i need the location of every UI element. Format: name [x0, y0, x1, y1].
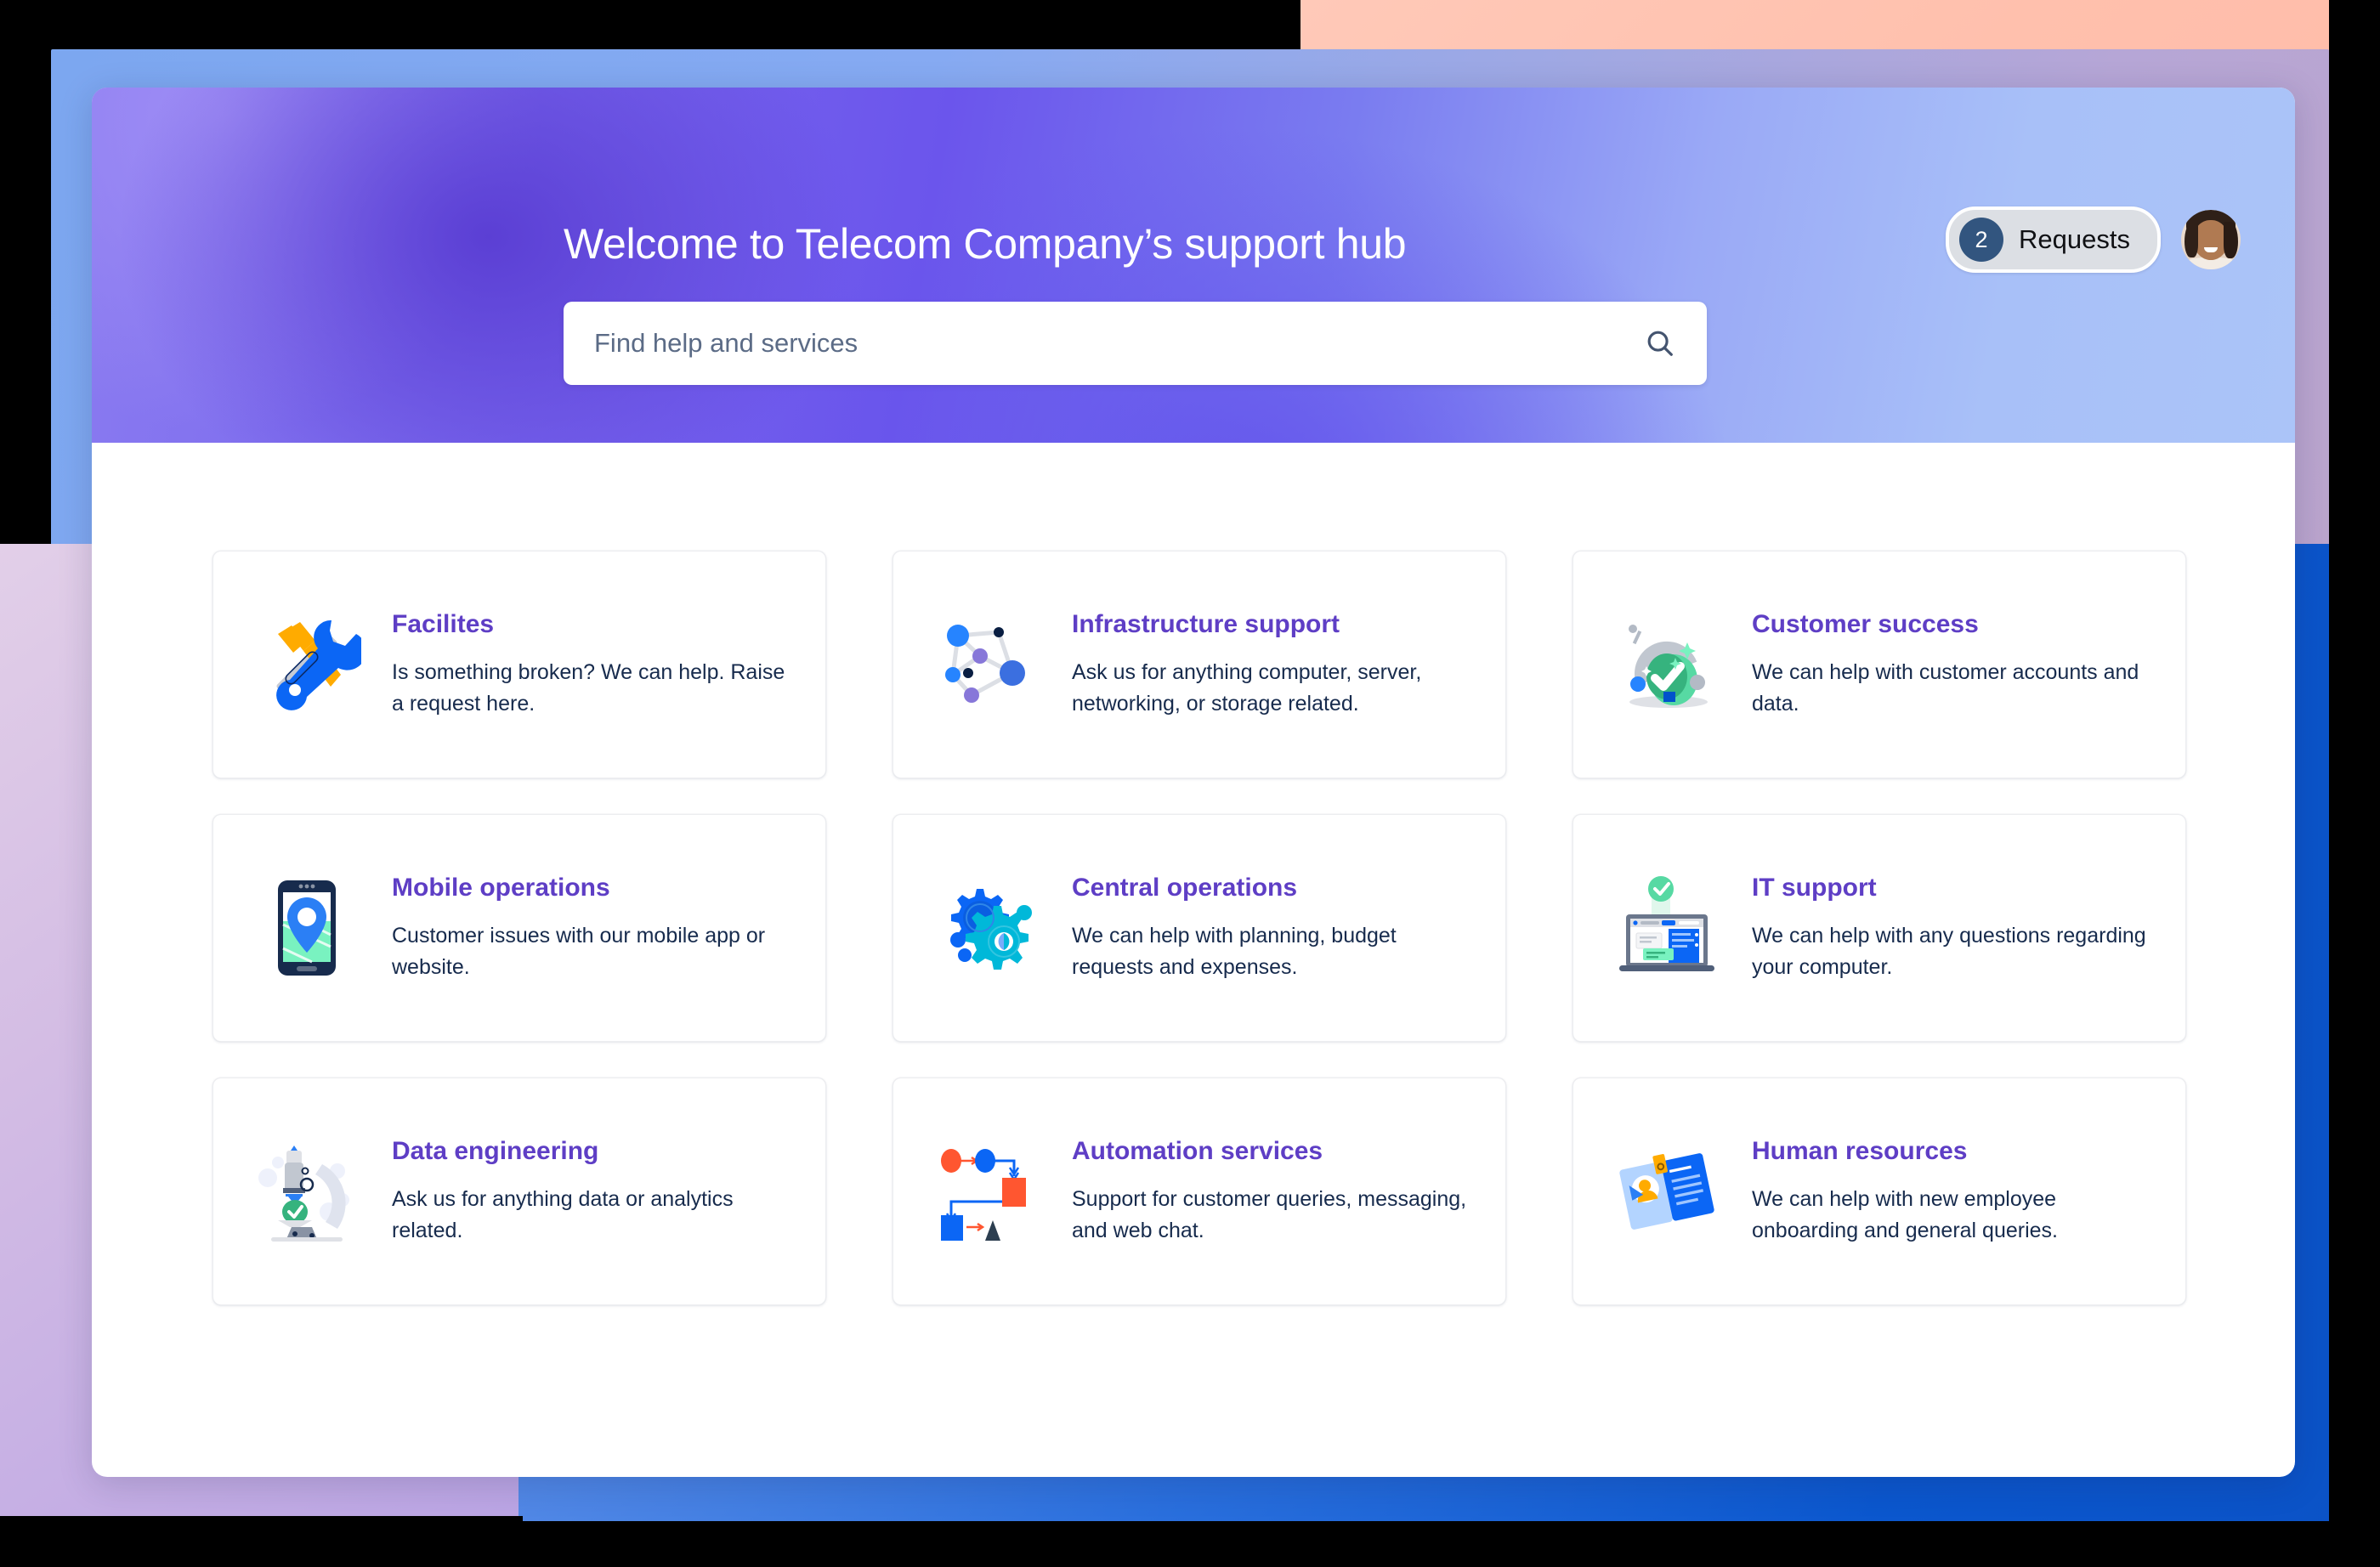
cloche-checkmark-icon: [1612, 610, 1721, 719]
service-card-description: Customer issues with our mobile app or w…: [392, 924, 766, 979]
service-card-title: Data engineering: [392, 1137, 599, 1165]
service-card-title: Mobile operations: [392, 874, 610, 902]
id-card-icon: [1612, 1137, 1721, 1246]
background-black-right: [2329, 0, 2380, 1567]
service-card-description: We can help with planning, budget reques…: [1072, 924, 1397, 979]
network-nodes-icon: [932, 610, 1041, 719]
service-card-human-resources[interactable]: Human resources We can help with new emp…: [1572, 1078, 2186, 1305]
service-card-mobile-operations[interactable]: Mobile operations Customer issues with o…: [212, 814, 826, 1042]
service-card-data-engineering[interactable]: Data engineering Ask us for anything dat…: [212, 1078, 826, 1305]
service-card-it-support[interactable]: IT support We can help with any question…: [1572, 814, 2186, 1042]
service-card-automation-services[interactable]: Automation services Support for customer…: [892, 1078, 1506, 1305]
service-card-title: Customer success: [1752, 610, 1979, 638]
service-card-infrastructure-support[interactable]: Infrastructure support Ask us for anythi…: [892, 551, 1506, 778]
microscope-icon: [252, 1137, 361, 1246]
flowchart-icon: [932, 1137, 1041, 1246]
laptop-check-icon: [1612, 874, 1721, 982]
service-card-title: Human resources: [1752, 1137, 1968, 1165]
service-card-description: We can help with customer accounts and d…: [1752, 660, 2139, 716]
service-card-title: Facilites: [392, 610, 495, 638]
requests-label: Requests: [2019, 224, 2130, 254]
service-card-grid: Facilites Is something broken? We can he…: [212, 551, 2186, 1305]
service-card-description: Support for customer queries, messaging,…: [1072, 1187, 1467, 1242]
service-card-description: Is something broken? We can help. Raise …: [392, 660, 785, 716]
service-card-description: We can help with any questions regarding…: [1752, 924, 2146, 979]
service-card-title: Central operations: [1072, 874, 1298, 902]
search-input[interactable]: [564, 328, 1644, 359]
search-icon[interactable]: [1644, 327, 1676, 359]
search-bar[interactable]: [564, 302, 1707, 385]
page-title: Welcome to Telecom Company’s support hub: [564, 220, 1407, 268]
support-portal-window: Welcome to Telecom Company’s support hub…: [92, 88, 2295, 1477]
service-card-customer-success[interactable]: Customer success We can help with custom…: [1572, 551, 2186, 778]
hero-actions: 2 Requests: [1946, 206, 2241, 273]
service-card-description: We can help with new employee onboarding…: [1752, 1187, 2058, 1242]
service-card-description: Ask us for anything data or analytics re…: [392, 1187, 734, 1242]
service-card-central-operations[interactable]: Central operations We can help with plan…: [892, 814, 1506, 1042]
service-card-title: Automation services: [1072, 1137, 1323, 1165]
tools-icon: [252, 610, 361, 719]
service-card-title: IT support: [1752, 874, 1877, 902]
hero-banner: Welcome to Telecom Company’s support hub…: [92, 88, 2295, 443]
service-card-title: Infrastructure support: [1072, 610, 1340, 638]
requests-button[interactable]: 2 Requests: [1946, 206, 2161, 273]
avatar[interactable]: [2181, 210, 2241, 269]
service-card-description: Ask us for anything computer, server, ne…: [1072, 660, 1422, 716]
service-card-facilites[interactable]: Facilites Is something broken? We can he…: [212, 551, 826, 778]
phone-map-pin-icon: [252, 874, 361, 982]
background-black-bottom-left: [0, 1516, 523, 1567]
requests-count-badge: 2: [1959, 218, 2004, 262]
background-black-bottom-right: [518, 1521, 2380, 1567]
gears-icon: [932, 874, 1041, 982]
